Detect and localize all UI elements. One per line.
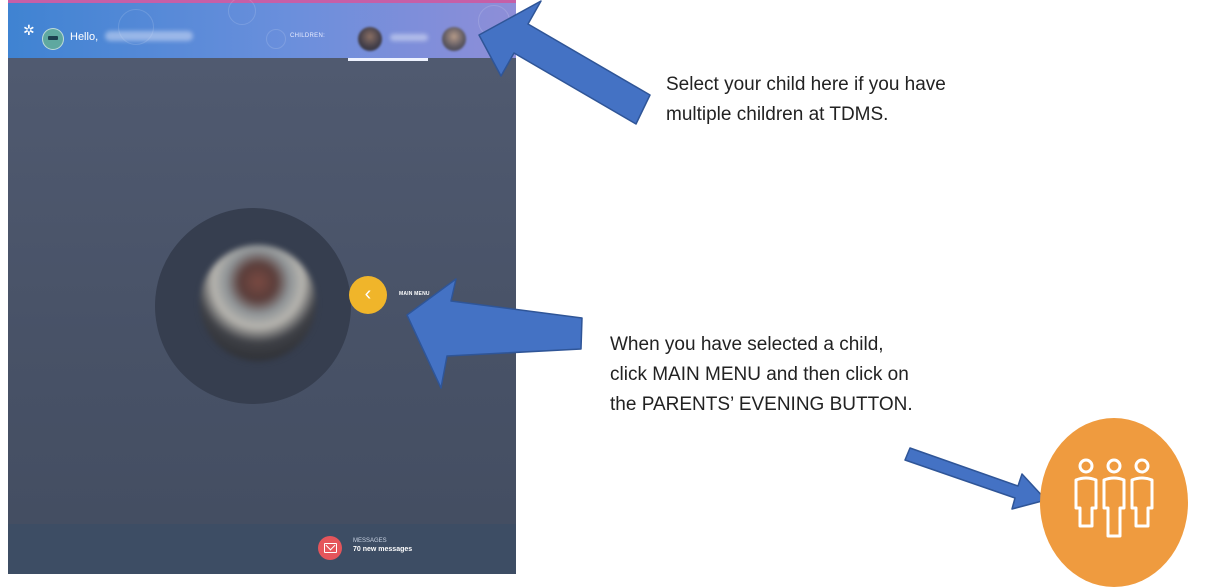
- parents-evening-button[interactable]: [1040, 418, 1188, 587]
- annotation-line: Select your child here if you have: [666, 74, 946, 95]
- arrow-to-main-menu: [406, 278, 583, 389]
- annotation-main-menu: When you have selected a child, click MA…: [610, 330, 1030, 420]
- annotation-line: the PARENTS’ EVENING BUTTON.: [610, 394, 913, 415]
- annotation-select-child: Select your child here if you have multi…: [666, 70, 1086, 130]
- annotation-line: multiple children at TDMS.: [666, 104, 889, 125]
- three-people-icon: [1074, 458, 1154, 538]
- arrow-to-parents-evening: [904, 447, 1047, 510]
- annotation-line: When you have selected a child,: [610, 334, 884, 355]
- arrow-to-children: [478, 0, 651, 125]
- annotation-line: click MAIN MENU and then click on: [610, 364, 909, 385]
